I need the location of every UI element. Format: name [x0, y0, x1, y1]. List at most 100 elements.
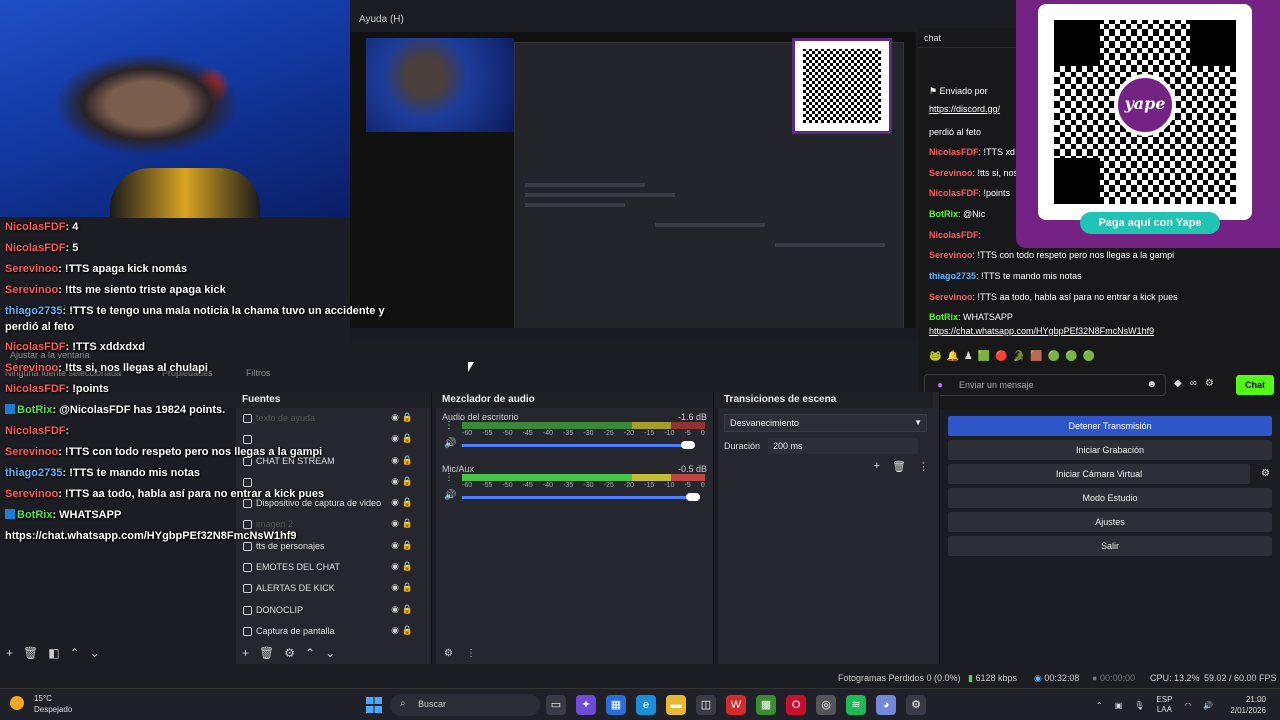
- obs-preview[interactable]: [350, 32, 916, 342]
- add-icon[interactable]: +: [874, 460, 880, 473]
- slider-knob[interactable]: [686, 493, 701, 501]
- scene-filter-icon[interactable]: ◧: [48, 646, 59, 660]
- obs-icon[interactable]: ◎: [816, 695, 836, 715]
- minecraft-icon[interactable]: ▩: [756, 695, 776, 715]
- store-icon[interactable]: ▦: [606, 695, 626, 715]
- source-item[interactable]: ALERTAS DE KICK ◉ 🔒: [236, 578, 431, 599]
- lock-icon[interactable]: 🔒: [402, 476, 413, 487]
- scale-tick: -35: [563, 482, 574, 489]
- move-up-icon[interactable]: ⌃: [70, 646, 80, 660]
- chat-username[interactable]: BotRix: [929, 209, 958, 219]
- more-icon[interactable]: ⋮: [444, 472, 454, 483]
- mixer-settings-gear-icon[interactable]: ⚙: [444, 648, 453, 659]
- volume-slider[interactable]: [462, 493, 701, 501]
- link-icon[interactable]: ∞: [1190, 378, 1197, 389]
- duration-input[interactable]: 200 ms: [768, 438, 919, 454]
- control-button[interactable]: Detener Transmisión: [948, 416, 1272, 436]
- move-down-icon[interactable]: ⌄: [90, 646, 100, 660]
- lock-icon[interactable]: 🔒: [402, 540, 413, 551]
- lock-icon[interactable]: 🔒: [402, 604, 413, 615]
- chat-link[interactable]: https://chat.whatsapp.com/HYgbpPEf32N8Fm…: [929, 326, 1154, 336]
- spotify-icon[interactable]: ≋: [846, 695, 866, 715]
- transition-select[interactable]: Desvanecimiento ▼: [724, 414, 927, 432]
- opera-icon[interactable]: O: [786, 695, 806, 715]
- more-icon[interactable]: ⋮: [444, 420, 454, 431]
- chat-username[interactable]: thiago2735: [929, 271, 976, 281]
- volume-slider[interactable]: [462, 441, 696, 449]
- control-button[interactable]: Iniciar Grabación: [948, 440, 1272, 460]
- source-item[interactable]: Captura de pantalla ◉ 🔒: [236, 621, 431, 642]
- control-button[interactable]: Salir: [948, 536, 1272, 556]
- edge-icon[interactable]: e: [636, 695, 656, 715]
- language-indicator[interactable]: ESP LAA: [1156, 695, 1172, 715]
- move-down-icon[interactable]: ⌄: [325, 646, 335, 660]
- chat-send-button[interactable]: Chat: [1236, 375, 1274, 395]
- lock-icon[interactable]: 🔒: [402, 433, 413, 444]
- eye-icon[interactable]: ◉: [391, 604, 399, 615]
- microphone-icon[interactable]: ●: [937, 380, 943, 391]
- wifi-icon[interactable]: ◠: [1184, 701, 1191, 710]
- pinned-link[interactable]: https://discord.gg/: [929, 104, 1000, 114]
- remove-source-icon[interactable]: 🗑: [259, 646, 274, 660]
- mixer-menu-icon[interactable]: ⋮: [466, 648, 476, 659]
- scale-tick: -40: [542, 430, 554, 437]
- chat-username[interactable]: BotRix: [929, 312, 958, 322]
- lock-icon[interactable]: 🔒: [402, 455, 413, 466]
- more-icon[interactable]: ⋮: [918, 460, 929, 473]
- remove-scene-icon[interactable]: 🗑: [23, 646, 38, 660]
- move-up-icon[interactable]: ⌃: [305, 646, 315, 660]
- control-button[interactable]: Iniciar Cámara Virtual ⚙: [948, 464, 1270, 484]
- chat-username[interactable]: NicolasFDF: [929, 230, 979, 240]
- add-scene-icon[interactable]: +: [6, 646, 13, 660]
- points-icon[interactable]: ◆: [1174, 378, 1182, 389]
- source-item[interactable]: DONOCLIP ◉ 🔒: [236, 600, 431, 621]
- weather-widget[interactable]: 15°C Despejado: [10, 693, 72, 715]
- lock-icon[interactable]: 🔒: [402, 518, 413, 529]
- eye-icon[interactable]: ◉: [391, 582, 399, 593]
- control-button[interactable]: Ajustes: [948, 512, 1272, 532]
- chat-message-input[interactable]: ● Enviar un mensaje ☻: [924, 374, 1166, 396]
- volume-icon[interactable]: 🔊: [1203, 701, 1213, 710]
- chat-username[interactable]: Serevinoo: [929, 292, 973, 302]
- stream-chat-overlay: NicolasFDF: 4 NicolasFDF: 5 Serevinoo: !TT…: [0, 217, 400, 547]
- chat-emote-row[interactable]: 🐸🔔♟🟩🔴🐊🟫🟢🟢🟢: [929, 351, 1100, 362]
- virtual-camera-gear-icon[interactable]: ⚙: [1261, 468, 1270, 479]
- network-icon[interactable]: ▣: [1115, 701, 1123, 710]
- lock-icon[interactable]: 🔒: [402, 412, 413, 423]
- chat-username[interactable]: NicolasFDF: [929, 147, 979, 157]
- chat-username[interactable]: Serevinoo: [929, 168, 973, 178]
- source-item[interactable]: EMOTES DEL CHAT ◉ 🔒: [236, 557, 431, 578]
- chat-text: https://chat.whatsapp.com/HYgbpPEf32N8Fm…: [5, 530, 297, 542]
- eye-icon[interactable]: ◉: [391, 561, 399, 572]
- winrar-icon[interactable]: W: [726, 695, 746, 715]
- eye-icon[interactable]: ◉: [391, 625, 399, 636]
- source-settings-gear-icon[interactable]: ⚙: [284, 646, 295, 660]
- speaker-icon[interactable]: 🔊: [444, 490, 456, 501]
- add-source-icon[interactable]: +: [242, 646, 249, 660]
- chat-username[interactable]: Serevinoo: [929, 250, 973, 260]
- trash-icon[interactable]: 🗑: [892, 460, 906, 473]
- file-explorer-icon[interactable]: ▬: [666, 695, 686, 715]
- control-button[interactable]: Modo Estudio: [948, 488, 1272, 508]
- windows-start-icon[interactable]: [366, 697, 382, 713]
- taskbar-search[interactable]: ⌕ Buscar: [390, 694, 540, 716]
- lock-icon[interactable]: 🔒: [402, 497, 413, 508]
- microphone-icon[interactable]: 🎙: [1134, 701, 1144, 710]
- chat-username[interactable]: NicolasFDF: [929, 188, 979, 198]
- microsoft-store-icon[interactable]: ◫: [696, 695, 716, 715]
- taskbar-clock[interactable]: 21:00 2/01/2026: [1230, 694, 1266, 716]
- chat-text: : !TTS te mando mis notas: [62, 467, 200, 479]
- lock-icon[interactable]: 🔒: [402, 582, 413, 593]
- emoji-icon[interactable]: ☻: [1146, 379, 1157, 390]
- chevron-up-icon[interactable]: ⌃: [1096, 701, 1103, 710]
- copilot-icon[interactable]: ✦: [576, 695, 596, 715]
- speaker-icon[interactable]: 🔊: [444, 438, 456, 449]
- task-view-icon[interactable]: ▭: [546, 695, 566, 715]
- lock-icon[interactable]: 🔒: [402, 561, 413, 572]
- discord-icon[interactable]: ◕: [876, 695, 896, 715]
- menu-item-help[interactable]: Ayuda (H): [359, 14, 404, 32]
- slider-knob[interactable]: [681, 441, 696, 449]
- lock-icon[interactable]: 🔒: [402, 625, 413, 636]
- gear-icon[interactable]: ⚙: [1205, 378, 1214, 389]
- settings-gear-icon[interactable]: ⚙: [906, 695, 926, 715]
